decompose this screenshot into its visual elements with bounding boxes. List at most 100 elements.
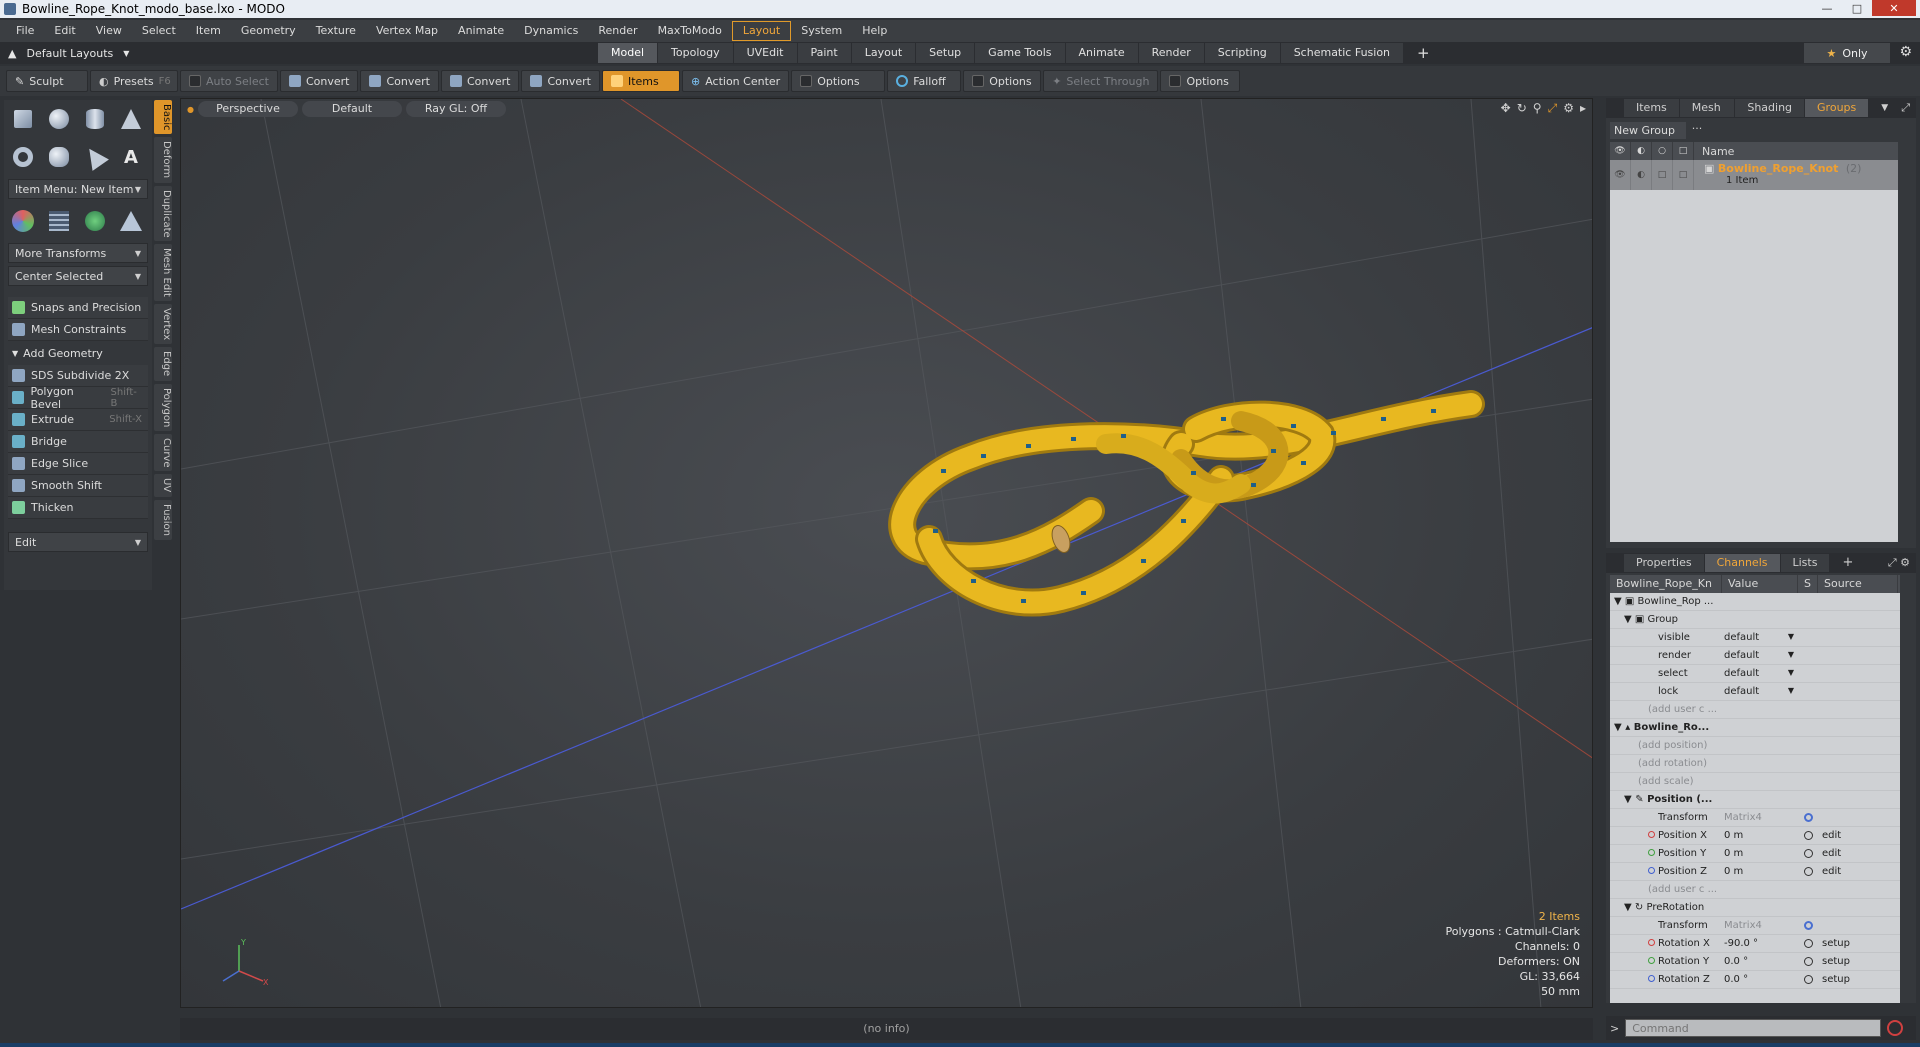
channel-name-header[interactable]: Bowline_Rope_Kn ... [1610, 575, 1722, 608]
tab-shading[interactable]: Shading [1735, 99, 1805, 117]
visibility-column-icon[interactable]: 👁 [1610, 142, 1631, 160]
viewport-settings-icon[interactable]: ⚙ [1563, 101, 1574, 116]
menu-system[interactable]: System [791, 21, 852, 41]
tab-properties[interactable]: Properties [1624, 554, 1704, 572]
3d-viewport[interactable]: ● Perspective Default Ray GL: Off ✥ ↻ ⚲ … [180, 98, 1593, 1008]
menu-texture[interactable]: Texture [306, 21, 366, 41]
menu-animate[interactable]: Animate [448, 21, 514, 41]
only-toggle[interactable]: ★ Only [1804, 43, 1890, 63]
action-center-button[interactable]: ⊕ Action Center [681, 70, 790, 92]
falloff-button[interactable]: Falloff [887, 70, 962, 92]
torus-primitive-icon[interactable] [10, 144, 36, 170]
table-row[interactable]: ▼ ↻ PreRotation [1610, 899, 1900, 917]
tab-layout[interactable]: Layout [851, 43, 916, 63]
lock-column-icon[interactable]: □ [1673, 142, 1694, 160]
tab-game-tools[interactable]: Game Tools [975, 43, 1065, 63]
menu-dynamics[interactable]: Dynamics [514, 21, 588, 41]
keyframe-icon[interactable] [1803, 939, 1813, 948]
table-row[interactable]: ▼ ▣ Group [1610, 611, 1900, 629]
convert-vertices-button[interactable]: Convert [279, 70, 359, 92]
channel-value-header[interactable]: Value [1722, 575, 1798, 593]
tab-items[interactable]: Items [1624, 99, 1679, 117]
grid-icon[interactable] [46, 208, 72, 234]
tab-setup[interactable]: Setup [916, 43, 975, 63]
table-row[interactable]: visible default ▼ [1610, 629, 1900, 647]
menu-edit[interactable]: Edit [44, 21, 85, 41]
select-checkbox[interactable]: □ [1652, 160, 1673, 190]
menu-geometry[interactable]: Geometry [231, 21, 306, 41]
stop-icon[interactable] [1887, 1020, 1904, 1036]
menu-layout[interactable]: Layout [731, 21, 792, 41]
thicken-button[interactable]: Thicken [8, 497, 148, 519]
action-center-options-button[interactable]: Options [791, 70, 886, 92]
row-value[interactable]: default ▼ [1722, 650, 1798, 661]
lock-checkbox[interactable]: □ [1673, 160, 1694, 190]
presets-button[interactable]: ◐ Presets F6 [90, 70, 178, 92]
pyramid-icon[interactable] [118, 208, 144, 234]
keyframe-icon[interactable] [1803, 867, 1813, 876]
polygon-bevel-button[interactable]: Polygon Bevel Shift-B [8, 385, 148, 411]
vtab-deform[interactable]: Deform [154, 137, 172, 183]
expand-icon[interactable]: ▼ [1624, 794, 1632, 805]
select-column-icon[interactable]: ○ [1652, 142, 1673, 160]
transform-icon[interactable] [10, 208, 36, 234]
maximize-view-icon[interactable]: ⤢ [1548, 101, 1558, 116]
more-transforms-dropdown[interactable]: More Transforms ▼ [8, 243, 148, 263]
vtab-edge[interactable]: Edge [154, 347, 172, 381]
expand-icon[interactable]: ▼ [1614, 722, 1622, 733]
menu-maxtomodo[interactable]: MaxToModo [648, 21, 732, 41]
text-primitive-icon[interactable]: A [118, 144, 144, 170]
viewport-menu-dot[interactable]: ● [187, 105, 194, 114]
menu-file[interactable]: File [6, 21, 44, 41]
bridge-button[interactable]: Bridge [8, 431, 148, 453]
tab-groups[interactable]: Groups [1805, 99, 1869, 117]
channel-value[interactable]: 0 m [1722, 830, 1798, 841]
vtab-mesh-edit[interactable]: Mesh Edit [154, 244, 172, 302]
tab-scripting[interactable]: Scripting [1204, 43, 1280, 63]
table-row[interactable]: (add scale) [1610, 773, 1900, 791]
table-row[interactable]: (add user c ... [1610, 701, 1900, 719]
tab-mesh[interactable]: Mesh ... [1679, 99, 1735, 132]
table-row[interactable]: select default ▼ [1610, 665, 1900, 683]
tab-topology[interactable]: Topology [658, 43, 733, 63]
menu-render[interactable]: Render [588, 21, 647, 41]
mesh-constraints-button[interactable]: Mesh Constraints [8, 319, 148, 341]
layouts-dropdown[interactable]: ▲ Default Layouts ▼ [0, 47, 220, 60]
dock-icon[interactable]: ⤢ ⚙ [1888, 556, 1910, 570]
channel-s-header[interactable]: S [1798, 575, 1818, 593]
expand-icon[interactable]: ▼ [1624, 902, 1632, 913]
table-row[interactable]: Rotation X -90.0 ° setup [1610, 935, 1900, 953]
group-row[interactable]: 👁 ◐ □ □ ▣ Bowline_Rope_Knot (2) 1 Item [1610, 160, 1898, 190]
chevron-down-icon[interactable]: ▼ [1869, 99, 1900, 117]
table-row[interactable]: ▼ ▴ Bowline_Ro... [1610, 719, 1900, 737]
channel-value[interactable]: 0.0 ° [1722, 956, 1798, 967]
vtab-basic[interactable]: Basic [154, 100, 172, 135]
keyframe-icon[interactable] [1803, 957, 1813, 966]
close-icon[interactable]: ✕ [1872, 0, 1916, 16]
view-type-dropdown[interactable]: Perspective [197, 101, 298, 117]
channel-value[interactable]: 0 m [1722, 848, 1798, 859]
name-column-header[interactable]: Name [1694, 145, 1734, 158]
table-row[interactable]: ▼ ✎ Position (... [1610, 791, 1900, 809]
convert-polygons-button[interactable]: Convert [440, 70, 520, 92]
capsule-primitive-icon[interactable] [46, 144, 72, 170]
sculpt-button[interactable]: ✎ Sculpt [6, 70, 88, 92]
table-row[interactable]: render default ▼ [1610, 647, 1900, 665]
menu-vertex-map[interactable]: Vertex Map [366, 21, 448, 41]
tab-lists[interactable]: Lists [1780, 554, 1830, 572]
cone-primitive-icon[interactable] [118, 106, 144, 132]
tab-render[interactable]: Render [1138, 43, 1204, 63]
cylinder-primitive-icon[interactable] [82, 106, 108, 132]
edit-dropdown[interactable]: Edit ▼ [8, 532, 148, 552]
vtab-polygon[interactable]: Polygon [154, 383, 172, 431]
channel-value[interactable]: -90.0 ° [1722, 938, 1798, 949]
group-entry[interactable]: ▣ Bowline_Rope_Knot (2) 1 Item [1694, 160, 1861, 186]
sphere-primitive-icon[interactable] [46, 106, 72, 132]
table-row[interactable]: Position Y 0 m edit [1610, 845, 1900, 863]
keyframe-icon[interactable] [1803, 849, 1813, 858]
convert-materials-button[interactable]: Convert [521, 70, 600, 92]
smooth-shift-button[interactable]: Smooth Shift [8, 475, 148, 497]
tab-uvedit[interactable]: UVEdit [733, 43, 797, 63]
table-row[interactable]: Position X 0 m edit [1610, 827, 1900, 845]
channel-source-header[interactable]: Source [1818, 575, 1898, 593]
